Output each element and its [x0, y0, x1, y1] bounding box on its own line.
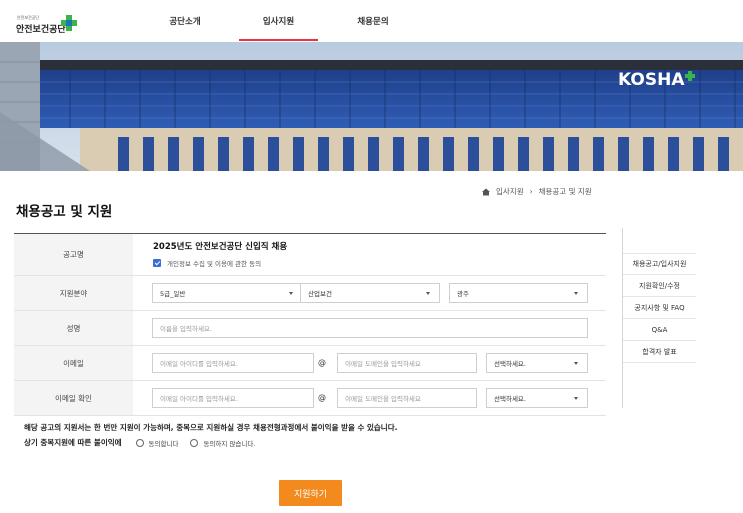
email-confirm-domain-placeholder: 이메일 도메인을 입력하세요	[345, 395, 421, 403]
agree-radio-label[interactable]: 동의합니다	[149, 438, 179, 448]
email-confirm-id-input[interactable]: 이메일 아이디를 입력하세요.	[152, 388, 314, 408]
submit-button[interactable]: 지원하기	[279, 480, 342, 506]
duplicate-consent-label: 상기 중복지원에 따른 불이익에	[24, 438, 122, 447]
breadcrumb: 입사지원 › 채용공고 및 지원	[482, 186, 592, 197]
page-title: 채용공고 및 지원	[16, 204, 113, 220]
chevron-down-icon	[574, 397, 578, 400]
chevron-down-icon	[574, 362, 578, 365]
posting-row: 공고명 2025년도 안전보건공단 신입직 채용 개인정보 수집 및 이용에 관…	[14, 234, 606, 276]
side-item-application-check[interactable]: 지원확인/수정	[623, 275, 696, 297]
category-select[interactable]: 산업보건	[300, 283, 440, 303]
email-confirm-domain-input[interactable]: 이메일 도메인을 입력하세요	[337, 388, 477, 408]
hero-banner: KOSHA	[0, 42, 743, 171]
region-select-value: 광주	[457, 290, 469, 298]
name-label: 성명	[14, 311, 133, 345]
email-confirm-id-placeholder: 이메일 아이디를 입력하세요.	[160, 395, 238, 403]
disagree-radio-label[interactable]: 동의하지 않습니다.	[203, 438, 255, 448]
field-row: 지원분야 5급_일반 산업보건 광주	[14, 276, 606, 311]
consent-text[interactable]: 개인정보 수집 및 이용에 관한 동의	[167, 258, 261, 268]
region-select[interactable]: 광주	[449, 283, 588, 303]
side-item-results[interactable]: 합격자 발표	[623, 341, 696, 363]
chevron-down-icon	[574, 292, 578, 295]
side-menu: 채용공고/입사지원 지원확인/수정 공지사항 및 FAQ Q&A 합격자 발표	[623, 253, 696, 363]
breadcrumb-current: 채용공고 및 지원	[538, 187, 592, 196]
disagree-radio[interactable]	[190, 438, 199, 447]
chevron-down-icon	[426, 292, 430, 295]
email-confirm-domain-select[interactable]: 선택하세요.	[486, 388, 588, 408]
consent-checkbox-row[interactable]: 개인정보 수집 및 이용에 관한 동의	[153, 258, 261, 268]
kosha-logo[interactable]: 안전보건공단 안전보건공단	[14, 13, 84, 37]
email-confirm-select-value: 선택하세요.	[494, 395, 526, 403]
consent-checkbox[interactable]	[153, 259, 161, 267]
site-header: 안전보건공단 안전보건공단 공단소개 입사지원 채용문의	[0, 0, 743, 42]
side-item-notice-faq[interactable]: 공지사항 및 FAQ	[623, 297, 696, 319]
posting-label: 공고명	[14, 234, 133, 275]
side-item-job-posting[interactable]: 채용공고/입사지원	[623, 253, 696, 275]
active-nav-indicator	[239, 39, 318, 41]
kosha-sign-text: KOSHA	[618, 70, 685, 90]
email-row: 이메일 이메일 아이디를 입력하세요. @ 이메일 도메인을 입력하세요 선택하…	[14, 346, 606, 381]
posting-title: 2025년도 안전보건공단 신입직 채용	[153, 242, 288, 252]
grade-select-value: 5급_일반	[160, 290, 186, 298]
logo-title: 안전보건공단	[16, 25, 66, 35]
home-icon[interactable]	[482, 188, 490, 196]
breadcrumb-separator: ›	[529, 187, 533, 196]
chevron-down-icon	[289, 292, 293, 295]
logo-cross-icon	[61, 15, 77, 31]
duplicate-notice: 해당 공고의 지원서는 한 번만 지원이 가능하며, 중복으로 지원하실 경우 …	[24, 423, 398, 432]
email-domain-select[interactable]: 선택하세요.	[486, 353, 588, 373]
agree-radio[interactable]	[135, 438, 144, 447]
email-domain-input[interactable]: 이메일 도메인을 입력하세요	[337, 353, 477, 373]
field-label: 지원분야	[14, 276, 133, 310]
at-sign: @	[318, 393, 326, 402]
email-label: 이메일	[14, 346, 133, 380]
application-form: 공고명 2025년도 안전보건공단 신입직 채용 개인정보 수집 및 이용에 관…	[14, 233, 606, 416]
nav-company-intro[interactable]: 공단소개	[160, 0, 210, 42]
building-image: KOSHA	[0, 42, 743, 171]
email-confirm-row: 이메일 확인 이메일 아이디를 입력하세요. @ 이메일 도메인을 입력하세요 …	[14, 381, 606, 416]
logo-subtitle: 안전보건공단	[17, 15, 40, 20]
name-input[interactable]: 이름을 입력하세요.	[152, 318, 588, 338]
name-row: 성명 이름을 입력하세요.	[14, 311, 606, 346]
category-select-value: 산업보건	[308, 290, 332, 298]
nav-apply[interactable]: 입사지원	[239, 0, 318, 42]
side-item-qna[interactable]: Q&A	[623, 319, 696, 341]
breadcrumb-apply[interactable]: 입사지원	[496, 186, 524, 197]
email-id-input[interactable]: 이메일 아이디를 입력하세요.	[152, 353, 314, 373]
at-sign: @	[318, 358, 326, 367]
email-domain-placeholder: 이메일 도메인을 입력하세요	[345, 360, 421, 368]
email-confirm-label: 이메일 확인	[14, 381, 133, 415]
email-id-placeholder: 이메일 아이디를 입력하세요.	[160, 360, 238, 368]
nav-recruit-inquiry[interactable]: 채용문의	[350, 0, 396, 42]
duplicate-consent-row: 상기 중복지원에 따른 불이익에 동의합니다 동의하지 않습니다.	[24, 437, 267, 448]
name-input-placeholder: 이름을 입력하세요.	[160, 325, 212, 333]
email-domain-select-value: 선택하세요.	[494, 360, 526, 368]
grade-select[interactable]: 5급_일반	[152, 283, 303, 303]
